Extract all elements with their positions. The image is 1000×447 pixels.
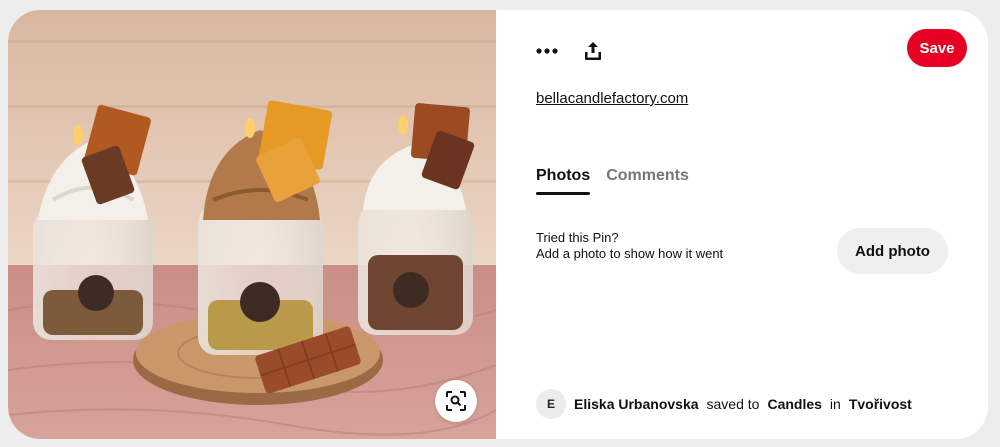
board-name-link[interactable]: Candles: [767, 396, 821, 412]
pin-details-panel: Save bellacandlefactory.com Photos Comme…: [496, 10, 988, 439]
tried-pin-prompt: Tried this Pin? Add a photo to show how …: [536, 230, 723, 262]
more-options-button[interactable]: [534, 38, 560, 64]
tab-photos[interactable]: Photos: [536, 167, 591, 195]
tried-title: Tried this Pin?: [536, 230, 619, 245]
save-button[interactable]: Save: [907, 29, 967, 67]
candles-photo: [8, 10, 496, 439]
pin-image[interactable]: [8, 10, 496, 439]
tried-subtitle: Add a photo to show how it went: [536, 246, 724, 261]
in-text: in: [829, 396, 841, 412]
tabs: Photos Comments: [536, 167, 689, 195]
avatar[interactable]: E: [536, 389, 566, 419]
section-name-link[interactable]: Tvořivost: [849, 396, 912, 412]
saved-by-row: E Eliska Urbanovska saved to Candles in …: [536, 389, 912, 419]
visual-search-icon: [446, 391, 466, 411]
share-upload-icon: [585, 42, 601, 60]
tab-comments[interactable]: Comments: [606, 167, 689, 195]
pin-card: Save bellacandlefactory.com Photos Comme…: [8, 10, 988, 439]
saved-to-text: saved to: [706, 396, 760, 412]
visual-search-button[interactable]: [435, 380, 477, 422]
source-link[interactable]: bellacandlefactory.com: [536, 90, 688, 107]
share-button[interactable]: [580, 38, 606, 64]
add-photo-button[interactable]: Add photo: [837, 228, 948, 274]
more-dots-icon: [536, 48, 558, 54]
user-name-link[interactable]: Eliska Urbanovska: [574, 396, 699, 412]
